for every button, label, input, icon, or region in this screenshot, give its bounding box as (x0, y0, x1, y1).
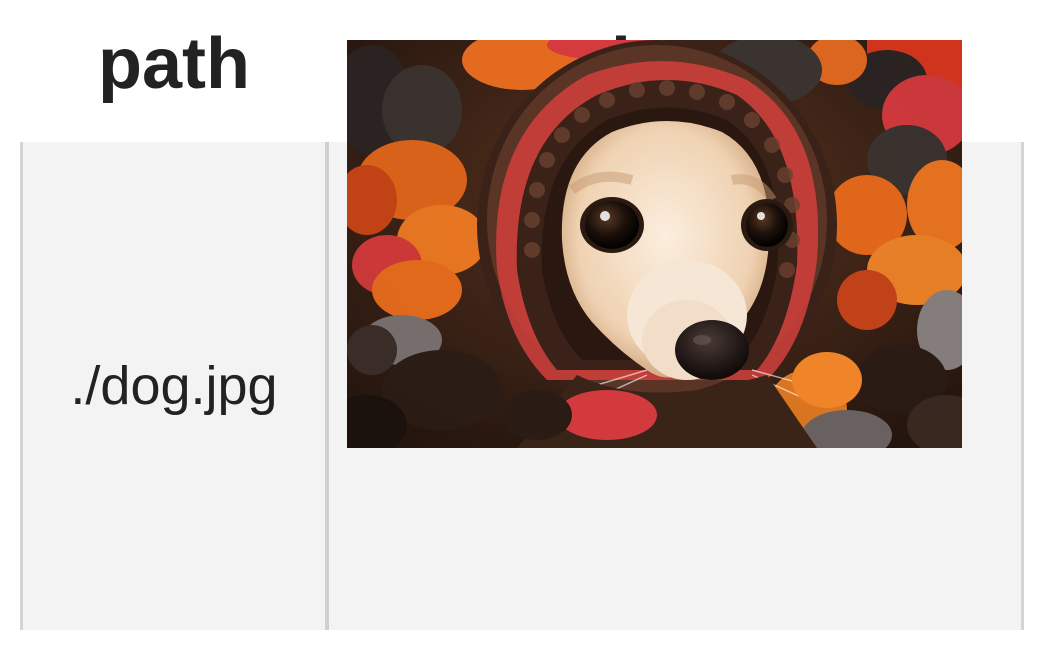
dataframe-table: path img ./dog.jpg (0, 0, 1042, 650)
path-value: ./dog.jpg (70, 356, 278, 416)
cell-img-dog-photo (347, 40, 962, 448)
column-header-path: path (98, 24, 250, 104)
cell-path: ./dog.jpg (23, 142, 325, 630)
cell-border-right (1021, 142, 1024, 630)
cell-border-middle (325, 142, 329, 630)
dog-photo-image (347, 40, 962, 448)
